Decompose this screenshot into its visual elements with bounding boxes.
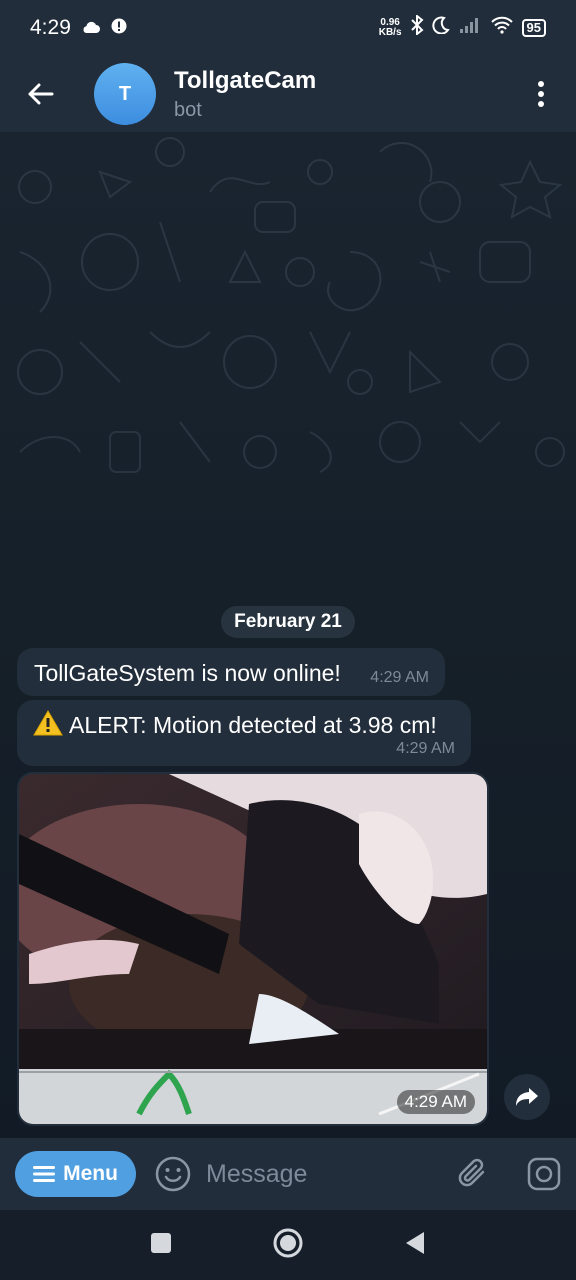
forward-button[interactable] xyxy=(504,1074,550,1120)
camera-photo[interactable]: 4:29 AM xyxy=(19,774,487,1124)
paperclip-icon xyxy=(458,1158,485,1187)
date-separator: February 21 xyxy=(221,606,355,638)
bluetooth-icon xyxy=(410,13,424,41)
net-speed: 0.96 KB/s xyxy=(379,18,402,38)
message-composer: Menu xyxy=(0,1138,576,1210)
status-bar: 4:29 0.96 KB/s 95 xyxy=(0,0,576,56)
moon-icon xyxy=(431,16,450,40)
more-options-button[interactable] xyxy=(506,56,576,132)
avatar-letter: T xyxy=(118,82,132,105)
back-nav-button[interactable] xyxy=(404,1230,426,1261)
camera-button[interactable] xyxy=(524,1154,564,1194)
message-time: 4:29 AM xyxy=(396,740,455,757)
system-nav-bar xyxy=(0,1210,576,1280)
forward-arrow-icon xyxy=(516,1088,538,1106)
emoji-button[interactable] xyxy=(154,1155,192,1193)
chat-title-block[interactable]: TollgateCam bot xyxy=(174,67,506,122)
message-text: ALERT: Motion detected at 3.98 cm! xyxy=(69,712,437,738)
hamburger-icon xyxy=(33,1166,56,1182)
back-button[interactable] xyxy=(0,56,80,132)
square-icon xyxy=(151,1232,171,1253)
triangle-back-icon xyxy=(406,1231,424,1254)
arrow-left-icon xyxy=(28,83,54,105)
home-button[interactable] xyxy=(272,1227,304,1264)
doodle-pattern xyxy=(17,137,565,473)
chat-header: T TollgateCam bot xyxy=(0,56,576,132)
chat-title: TollgateCam xyxy=(174,66,317,94)
alert-circle-icon xyxy=(111,16,127,40)
message-input[interactable] xyxy=(206,1151,438,1197)
message-time: 4:29 AM xyxy=(396,1090,475,1114)
cell-signal-icon xyxy=(458,16,482,40)
net-speed-unit: KB/s xyxy=(378,27,402,38)
menu-button-label: Menu xyxy=(63,1162,118,1185)
attach-button[interactable] xyxy=(454,1154,494,1194)
cloud-icon xyxy=(81,16,101,40)
warning-icon xyxy=(33,710,63,736)
battery-icon: 95 xyxy=(521,19,546,37)
message-bubble[interactable]: TollGateSystem is now online! 4:29 AM xyxy=(17,648,445,696)
more-vertical-icon xyxy=(538,81,544,107)
motion-capture-image xyxy=(19,774,487,1124)
chat-subtitle: bot xyxy=(174,98,202,121)
message-text: TollGateSystem is now online! xyxy=(34,660,341,686)
recents-button[interactable] xyxy=(150,1232,172,1259)
camera-icon xyxy=(527,1157,561,1191)
chat-area[interactable]: February 21 TollGateSystem is now online… xyxy=(0,132,576,1138)
photo-message[interactable]: 4:29 AM xyxy=(17,772,489,1126)
wifi-icon xyxy=(490,16,514,40)
status-time: 4:29 xyxy=(30,16,71,39)
message-text-row: ALERT: Motion detected at 3.98 cm! xyxy=(33,710,437,739)
message-time: 4:29 AM xyxy=(370,669,429,686)
bot-menu-button[interactable]: Menu xyxy=(15,1151,136,1197)
message-bubble[interactable]: ALERT: Motion detected at 3.98 cm! 4:29 … xyxy=(17,700,471,766)
avatar[interactable]: T xyxy=(94,63,156,125)
smiley-icon xyxy=(155,1156,191,1192)
circle-icon xyxy=(273,1228,303,1257)
